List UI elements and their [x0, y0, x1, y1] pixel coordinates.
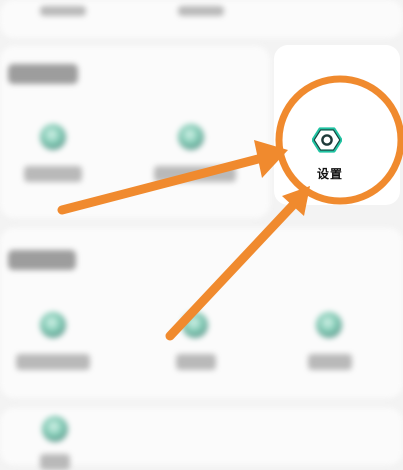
blurred-app-label	[16, 354, 90, 370]
settings-button[interactable]: 设置	[300, 118, 360, 188]
blurred-app-label	[154, 166, 236, 182]
blurred-tile[interactable]	[18, 118, 88, 188]
blurred-tile[interactable]	[150, 118, 240, 188]
blurred-tile[interactable]	[16, 306, 90, 376]
blurred-app-label	[176, 354, 216, 370]
blurred-app-icon	[40, 312, 66, 338]
blurred-tile[interactable]	[304, 306, 354, 376]
top-ghost-label-2	[178, 6, 224, 16]
blurred-app-icon	[316, 312, 342, 338]
blurred-app-icon	[178, 124, 204, 150]
blurred-app-label	[308, 354, 352, 370]
blurred-app-icon	[182, 312, 208, 338]
blurred-tile[interactable]	[170, 306, 220, 376]
top-ghost-label	[40, 6, 86, 16]
blurred-app-label	[40, 454, 70, 470]
blurred-app-label	[24, 166, 82, 182]
blurred-app-icon	[40, 124, 66, 150]
settings-label: 设置	[316, 167, 343, 181]
settings-hexagon-icon	[312, 127, 342, 153]
blurred-tile[interactable]	[30, 410, 80, 470]
section-heading-1	[8, 64, 78, 84]
section-heading-2	[8, 250, 76, 270]
blurred-app-icon	[42, 416, 68, 442]
